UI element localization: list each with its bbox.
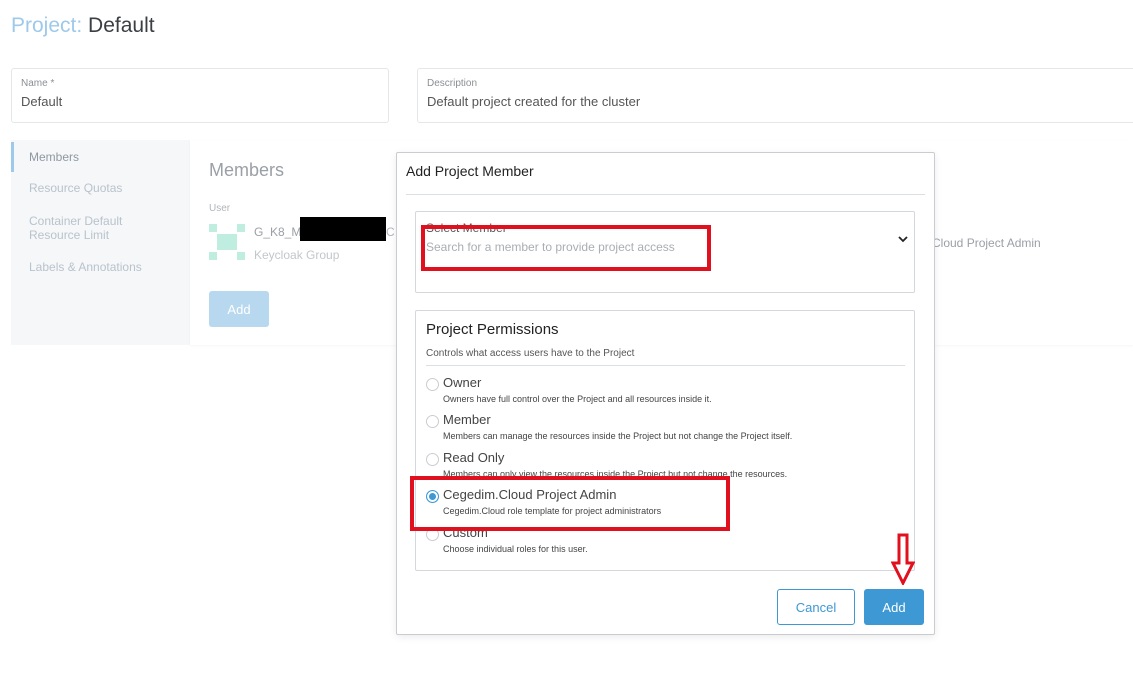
- permission-label: Owner: [443, 375, 482, 390]
- permission-option-owner[interactable]: Owner Owners have full control over the …: [426, 375, 906, 411]
- description-field-label: Description: [427, 78, 478, 89]
- sidebar-item-labels-annotations[interactable]: Labels & Annotations: [11, 260, 142, 274]
- modal-divider: [406, 194, 925, 195]
- cancel-button[interactable]: Cancel: [777, 589, 855, 625]
- radio-member[interactable]: [426, 415, 439, 428]
- permission-option-member[interactable]: Member Members can manage the resources …: [426, 412, 906, 448]
- sidebar: Members Resource Quotas Container Defaul…: [11, 140, 191, 345]
- page-title: Project: Default: [11, 14, 155, 38]
- arrow-down-icon: [891, 533, 915, 585]
- member-user-type: Keycloak Group: [254, 248, 340, 262]
- permission-description: Choose individual roles for this user.: [443, 544, 588, 554]
- permissions-divider: [426, 365, 905, 366]
- permission-description: Owners have full control over the Projec…: [443, 394, 712, 404]
- member-user-name-tail: C: [386, 225, 395, 239]
- sidebar-item-resource-quotas[interactable]: Resource Quotas: [11, 181, 122, 195]
- project-permissions-panel: Project Permissions Controls what access…: [415, 310, 915, 571]
- radio-read-only[interactable]: [426, 453, 439, 466]
- permissions-subtitle: Controls what access users have to the P…: [426, 348, 635, 359]
- annotation-highlight-project-admin: [410, 476, 730, 531]
- user-column-header: User: [209, 203, 231, 214]
- name-field[interactable]: Name * Default: [11, 68, 389, 123]
- permission-description: Members can manage the resources inside …: [443, 431, 793, 441]
- avatar: [209, 224, 245, 260]
- chevron-down-icon[interactable]: [896, 232, 910, 246]
- permission-label: Member: [443, 412, 491, 427]
- member-role: Cloud Project Admin: [932, 236, 1041, 250]
- description-field-value: Default project created for the cluster: [427, 94, 641, 109]
- permissions-title: Project Permissions: [426, 321, 559, 338]
- add-member-button[interactable]: Add: [209, 291, 269, 327]
- modal-title: Add Project Member: [406, 163, 534, 179]
- sidebar-item-container-default-resource-limit[interactable]: Container Default Resource Limit: [11, 214, 141, 242]
- member-user-name: G_K8_M: [254, 225, 302, 239]
- redaction-block: [300, 217, 386, 241]
- description-field[interactable]: Description Default project created for …: [417, 68, 1133, 123]
- annotation-highlight-select-member: [421, 225, 711, 271]
- name-field-label: Name *: [21, 78, 55, 89]
- members-title: Members: [209, 160, 285, 180]
- add-button[interactable]: Add: [864, 589, 924, 625]
- page-title-value: Default: [88, 14, 155, 37]
- radio-owner[interactable]: [426, 378, 439, 391]
- permission-label: Read Only: [443, 450, 505, 465]
- name-field-value: Default: [21, 94, 63, 109]
- page-title-prefix: Project:: [11, 14, 83, 37]
- sidebar-item-members[interactable]: Members: [11, 142, 79, 172]
